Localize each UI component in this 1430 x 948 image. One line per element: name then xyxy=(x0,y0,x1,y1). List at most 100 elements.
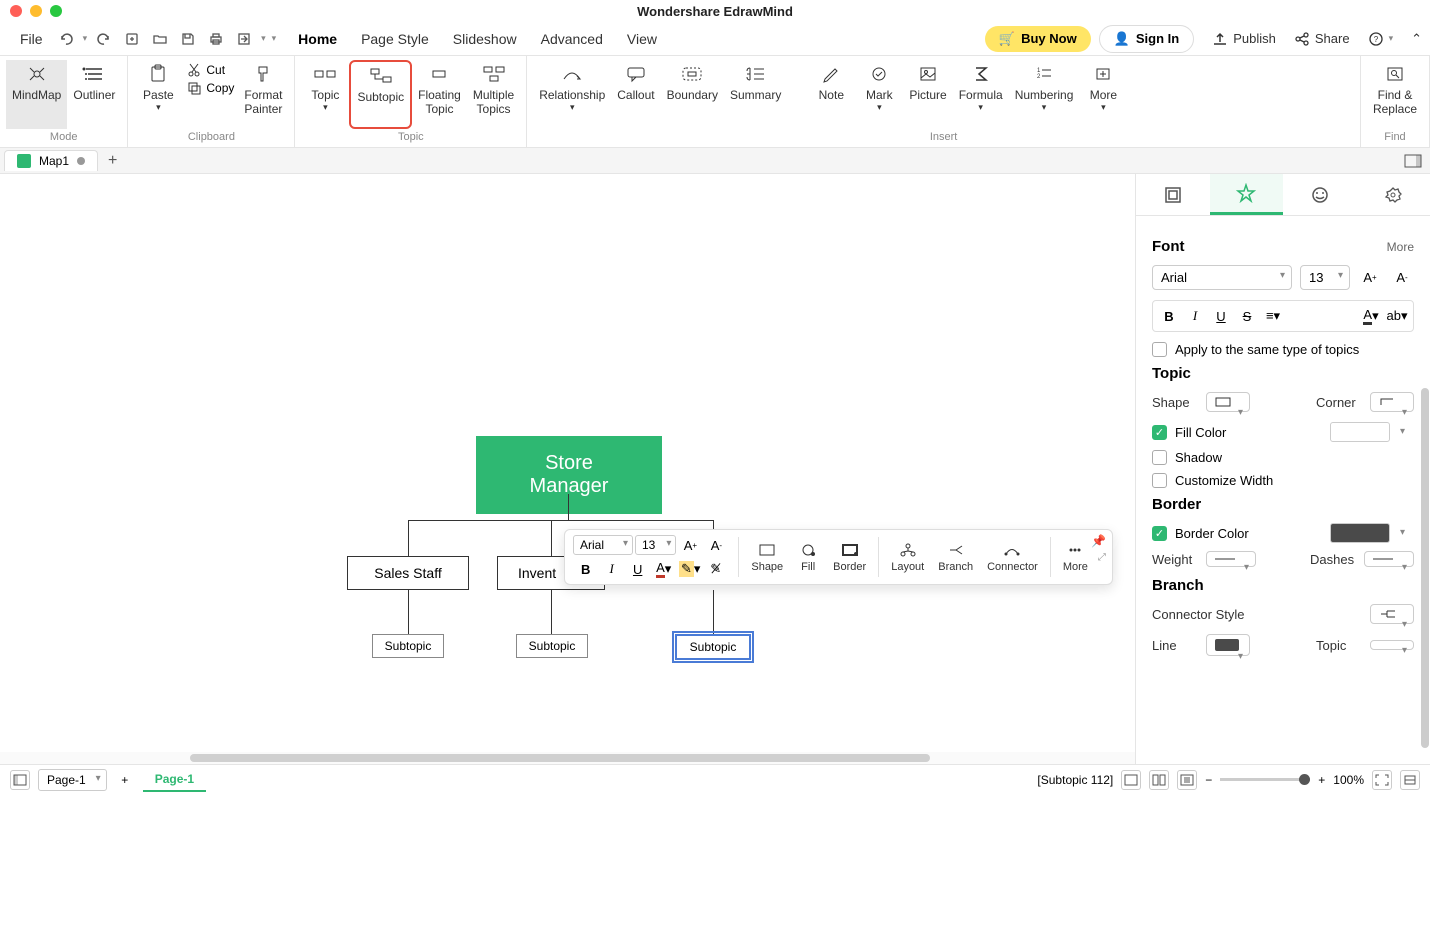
format-painter-button[interactable]: Format Painter xyxy=(238,60,288,129)
floating-topic-button[interactable]: Floating Topic xyxy=(412,60,467,129)
ft-font-color[interactable]: A▾ xyxy=(652,558,676,580)
ft-connector[interactable]: Connector xyxy=(981,539,1044,575)
increase-font-button[interactable]: A+ xyxy=(1358,267,1382,289)
collapse-ribbon-button[interactable]: ⌃ xyxy=(1411,31,1422,47)
minimize-window-icon[interactable] xyxy=(30,5,42,17)
pin-icon[interactable]: 📌 xyxy=(1091,534,1106,548)
summary-button[interactable]: Summary xyxy=(724,60,787,129)
line-color-select[interactable] xyxy=(1206,634,1250,656)
panel-tab-style[interactable] xyxy=(1210,174,1284,215)
text-case-button[interactable]: ab▾ xyxy=(1385,305,1409,327)
sidebar-toggle[interactable] xyxy=(10,770,30,790)
zoom-in-button[interactable]: + xyxy=(1318,773,1325,787)
picture-button[interactable]: Picture xyxy=(903,60,952,129)
undo-button[interactable] xyxy=(55,28,77,50)
ft-increase-font[interactable]: A+ xyxy=(678,534,702,556)
canvas-hscrollbar[interactable] xyxy=(0,752,1135,764)
fullscreen-button[interactable] xyxy=(1372,770,1392,790)
new-button[interactable] xyxy=(121,28,143,50)
publish-button[interactable]: Publish xyxy=(1212,31,1276,47)
ft-font-select[interactable]: Arial xyxy=(573,535,633,555)
ft-fill[interactable]: Fill xyxy=(791,539,825,575)
menu-advanced[interactable]: Advanced xyxy=(529,25,615,53)
menu-home[interactable]: Home xyxy=(286,25,349,53)
bold-button[interactable]: B xyxy=(1157,305,1181,327)
copy-button[interactable]: Copy xyxy=(186,80,234,96)
italic-button[interactable]: I xyxy=(1183,305,1207,327)
boundary-button[interactable]: Boundary xyxy=(661,60,724,129)
font-size-select[interactable]: 13 xyxy=(1300,265,1350,290)
node-root[interactable]: Store Manager xyxy=(476,436,662,514)
menu-file[interactable]: File xyxy=(8,25,55,53)
multiple-topics-button[interactable]: Multiple Topics xyxy=(467,60,520,129)
ft-border[interactable]: Border xyxy=(827,539,872,575)
ft-expand[interactable]: ⤢ xyxy=(1096,550,1108,565)
border-color-checkbox[interactable]: ✓ Border Color xyxy=(1152,523,1414,543)
ft-shape[interactable]: Shape xyxy=(745,539,789,575)
node-sub2[interactable]: Subtopic xyxy=(516,634,588,658)
panel-tab-outline[interactable] xyxy=(1136,174,1210,215)
cut-button[interactable]: Cut xyxy=(186,62,234,78)
ft-branch[interactable]: Branch xyxy=(932,539,979,575)
panel-scrollbar[interactable] xyxy=(1420,388,1430,948)
tab-map1[interactable]: Map1 xyxy=(4,150,98,171)
ft-highlight[interactable]: ✎▾ xyxy=(678,558,702,580)
zoom-slider[interactable] xyxy=(1220,778,1310,781)
qat-customize-icon[interactable]: ▾ xyxy=(272,33,277,44)
panel-tab-icons[interactable] xyxy=(1283,174,1357,215)
node-sub3[interactable]: Subtopic xyxy=(675,634,751,660)
panel-tab-settings[interactable] xyxy=(1357,174,1430,215)
find-replace-button[interactable]: Find & Replace xyxy=(1367,60,1423,129)
print-button[interactable] xyxy=(205,28,227,50)
panel-scroll-thumb[interactable] xyxy=(1421,388,1429,748)
formula-button[interactable]: Formula ▾ xyxy=(953,60,1009,129)
ft-bold[interactable]: B xyxy=(574,558,598,580)
strike-button[interactable]: S xyxy=(1235,305,1259,327)
menu-view[interactable]: View xyxy=(615,25,669,53)
view-mode-1[interactable] xyxy=(1121,770,1141,790)
align-button[interactable]: ≡▾ xyxy=(1261,305,1285,327)
maximize-window-icon[interactable] xyxy=(50,5,62,17)
zoom-out-button[interactable]: − xyxy=(1205,773,1212,787)
more-insert-button[interactable]: More ▾ xyxy=(1079,60,1127,129)
mark-button[interactable]: Mark ▾ xyxy=(855,60,903,129)
fill-color-checkbox[interactable]: ✓ Fill Color xyxy=(1152,422,1414,442)
outliner-view-button[interactable]: Outliner xyxy=(67,60,121,129)
corner-select[interactable] xyxy=(1370,392,1414,412)
node-sub1[interactable]: Subtopic xyxy=(372,634,444,658)
ft-clear-format[interactable]: ✎̸ xyxy=(704,558,728,580)
numbering-button[interactable]: 12 Numbering ▾ xyxy=(1009,60,1080,129)
dashes-select[interactable] xyxy=(1364,551,1414,567)
panel-toggle-button[interactable] xyxy=(1404,154,1422,168)
shadow-checkbox[interactable]: Shadow xyxy=(1152,450,1414,465)
save-button[interactable] xyxy=(177,28,199,50)
menu-slideshow[interactable]: Slideshow xyxy=(441,25,529,53)
buy-now-button[interactable]: 🛒 Buy Now xyxy=(985,26,1091,52)
relationship-button[interactable]: Relationship ▾ xyxy=(533,60,611,129)
mindmap-view-button[interactable]: MindMap xyxy=(6,60,67,129)
open-button[interactable] xyxy=(149,28,171,50)
help-button[interactable]: ? ▾ xyxy=(1368,31,1394,47)
apply-same-checkbox[interactable]: Apply to the same type of topics xyxy=(1152,342,1414,357)
export-dropdown-icon[interactable]: ▾ xyxy=(261,33,266,44)
export-button[interactable] xyxy=(233,28,255,50)
page-selector[interactable]: Page-1 xyxy=(38,769,107,791)
sign-in-button[interactable]: 👤 Sign In xyxy=(1099,25,1195,53)
view-mode-3[interactable] xyxy=(1177,770,1197,790)
branch-topic-select[interactable] xyxy=(1370,640,1414,650)
zoom-knob[interactable] xyxy=(1299,774,1310,785)
ft-underline[interactable]: U xyxy=(626,558,650,580)
font-family-select[interactable]: Arial xyxy=(1152,265,1292,290)
underline-button[interactable]: U xyxy=(1209,305,1233,327)
ft-layout[interactable]: Layout xyxy=(885,539,930,575)
redo-button[interactable] xyxy=(93,28,115,50)
add-page-button[interactable]: + xyxy=(115,773,135,787)
ft-italic[interactable]: I xyxy=(600,558,624,580)
close-window-icon[interactable] xyxy=(10,5,22,17)
subtopic-button[interactable]: Subtopic xyxy=(349,60,412,129)
font-more-link[interactable]: More xyxy=(1387,240,1414,254)
weight-select[interactable] xyxy=(1206,551,1256,567)
border-color-swatch[interactable] xyxy=(1330,523,1390,543)
ft-decrease-font[interactable]: A- xyxy=(704,534,728,556)
paste-button[interactable]: Paste ▾ xyxy=(134,60,182,129)
